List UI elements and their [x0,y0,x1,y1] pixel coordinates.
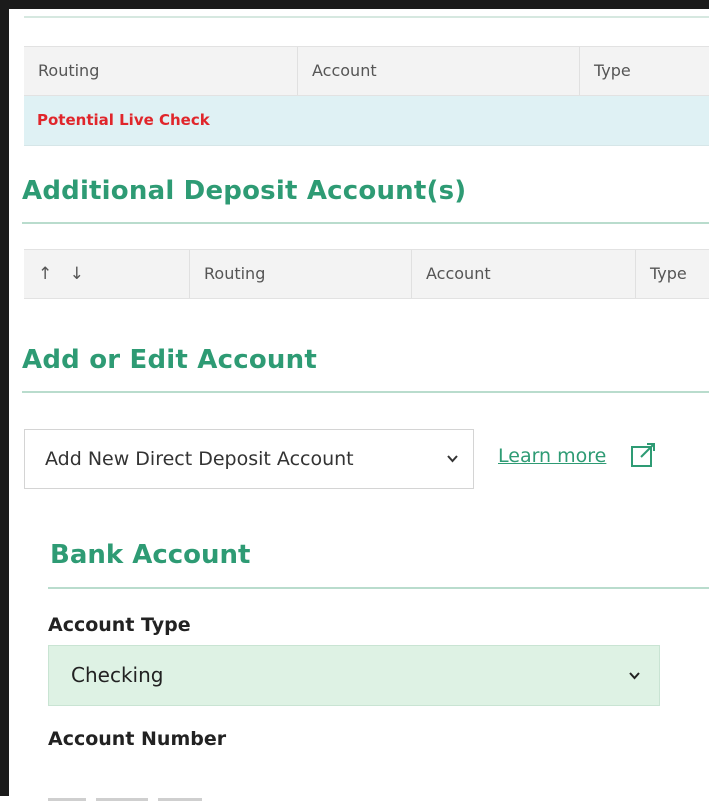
bank-account-title: Bank Account [50,540,251,570]
sort-column-header[interactable]: ↑ ↓ [24,250,190,298]
account-type-value: Checking [71,663,164,687]
primary-table-header: Routing Account Type [24,46,709,96]
column-header-type[interactable]: Type [580,47,709,95]
direct-deposit-account-select[interactable]: Add New Direct Deposit Account [24,429,474,489]
chevron-down-icon [446,430,459,513]
column-header-routing[interactable]: Routing [190,250,412,298]
sort-arrows-icon[interactable]: ↑ ↓ [38,264,90,284]
window-frame-left [0,0,9,796]
column-header-account[interactable]: Account [298,47,580,95]
additional-table-header: ↑ ↓ Routing Account Type [24,249,709,299]
bank-account-divider [48,587,709,589]
chevron-down-icon [628,646,641,731]
account-select-value: Add New Direct Deposit Account [45,448,354,470]
additional-accounts-divider [22,222,709,224]
add-edit-account-divider [22,391,709,393]
potential-live-check-row: Potential Live Check [24,96,709,146]
column-header-account[interactable]: Account [412,250,636,298]
additional-accounts-title: Additional Deposit Account(s) [22,176,467,206]
potential-live-check-label: Potential Live Check [37,111,210,129]
learn-more-link[interactable]: Learn more [498,445,606,467]
primary-deposit-table: Routing Account Type Potential Live Chec… [24,46,709,146]
external-link-icon[interactable] [630,442,656,468]
additional-accounts-table: ↑ ↓ Routing Account Type [24,249,709,299]
column-header-routing[interactable]: Routing [24,47,298,95]
window-frame-top [0,0,709,9]
top-divider [24,16,709,18]
cut-off-content [48,786,238,801]
account-type-label: Account Type [48,614,191,636]
account-type-select[interactable]: Checking [48,645,660,706]
account-number-label: Account Number [48,728,227,750]
column-header-type[interactable]: Type [636,250,709,298]
add-edit-account-title: Add or Edit Account [22,345,317,375]
